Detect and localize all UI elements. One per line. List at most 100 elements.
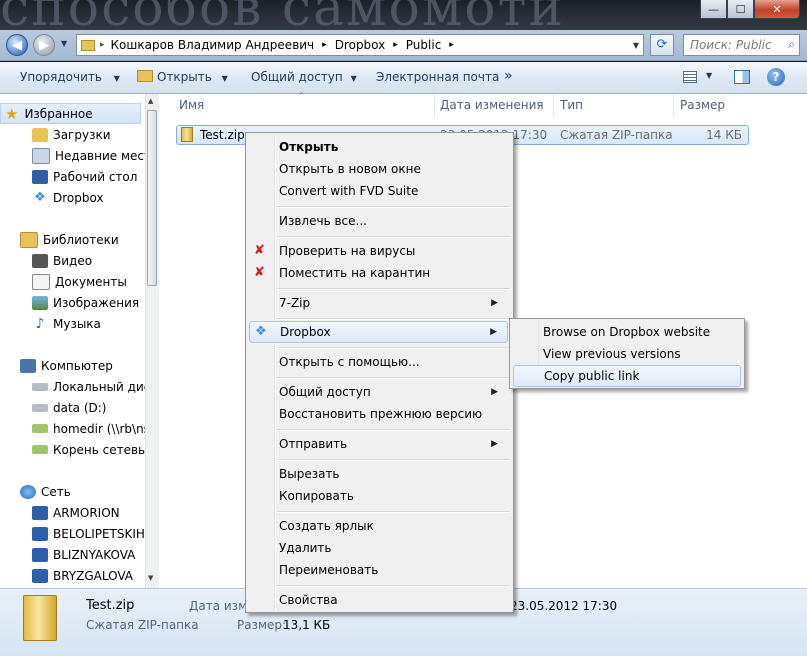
sidebar-item-network-root[interactable]: Корень сетевых	[0, 439, 158, 460]
menu-item-open-with[interactable]: Открыть с помощью...	[249, 351, 508, 373]
help-icon[interactable]: ?	[767, 68, 785, 86]
zip-folder-icon	[181, 127, 193, 142]
menu-item-extract-all[interactable]: Извлечь все...	[249, 210, 508, 232]
column-header-type[interactable]: Тип	[560, 98, 583, 112]
forward-button[interactable]: ▶	[33, 34, 55, 56]
sidebar-scrollbar[interactable]: ▲ ▼	[145, 94, 159, 588]
menu-item-open-new-window[interactable]: Открыть в новом окне	[249, 158, 508, 180]
menu-item-send-to[interactable]: Отправить ▶	[249, 433, 508, 455]
scrollbar-thumb[interactable]	[147, 110, 157, 286]
minimize-button[interactable]: —	[700, 0, 727, 19]
column-header-name[interactable]: Имя	[179, 98, 204, 112]
close-button[interactable]: ✕	[754, 0, 800, 19]
kaspersky-icon: ✘	[254, 265, 265, 280]
submenu-item-copy-public-link[interactable]: Copy public link	[513, 365, 741, 387]
sidebar-network[interactable]: Сеть	[0, 481, 158, 502]
video-icon	[32, 253, 48, 268]
view-options-icon[interactable]	[683, 71, 697, 83]
sidebar-item-documents[interactable]: Документы	[0, 271, 158, 292]
column-header-size[interactable]: Размер	[680, 98, 725, 112]
sidebar-item-data-drive[interactable]: data (D:)	[0, 397, 158, 418]
menu-item-label: View previous versions	[543, 347, 681, 361]
share-label: Общий доступ	[251, 70, 343, 84]
command-toolbar: Упорядочить ▼ Открыть ▼ Общий доступ ▼ Э…	[0, 62, 807, 94]
sidebar-item-label: BRYZGALOVA	[53, 568, 134, 583]
sidebar-item-label: ARMORION	[53, 505, 120, 520]
menu-item-restore-version[interactable]: Восстановить прежнюю версию	[249, 403, 508, 425]
open-button[interactable]: Открыть ▼	[137, 70, 228, 84]
menu-item-properties[interactable]: Свойства	[249, 589, 508, 611]
sidebar-item-video[interactable]: Видео	[0, 250, 158, 271]
menu-item-scan-virus[interactable]: ✘ Проверить на вирусы	[249, 240, 508, 262]
organize-label: Упорядочить	[20, 70, 102, 84]
sidebar-item-recent-places[interactable]: Недавние места	[0, 145, 158, 166]
preview-pane-icon[interactable]	[734, 70, 750, 84]
menu-item-copy[interactable]: Копировать	[249, 485, 508, 507]
email-button[interactable]: Электронная почта	[376, 70, 499, 84]
refresh-button[interactable]: ⟳	[650, 34, 674, 56]
sidebar-item-local-disk[interactable]: Локальный диск	[0, 376, 158, 397]
computer-icon	[20, 358, 36, 373]
submenu-item-view-versions[interactable]: View previous versions	[513, 343, 741, 365]
menu-item-label: Browse on Dropbox website	[543, 325, 711, 339]
chevron-right-icon[interactable]: ▸	[322, 40, 327, 50]
sidebar-favorites[interactable]: ★ Избранное	[0, 103, 141, 124]
navigation-bar: ◀ ▶ ▼ ▸ Кошкаров Владимир Андреевич ▸ Dr…	[0, 30, 807, 61]
back-button[interactable]: ◀	[6, 34, 28, 56]
breadcrumb-item[interactable]: Public	[406, 38, 442, 52]
organize-button[interactable]: Упорядочить ▼	[20, 70, 120, 84]
sidebar-computer[interactable]: Компьютер	[0, 355, 158, 376]
breadcrumb-item[interactable]: Кошкаров Владимир Андреевич	[111, 38, 315, 52]
chevron-right-icon[interactable]: ▸	[449, 40, 454, 50]
column-divider[interactable]	[434, 94, 435, 118]
computer-icon	[32, 568, 48, 583]
recent-pages-dropdown[interactable]: ▼	[61, 39, 67, 48]
menu-item-dropbox[interactable]: ❖ Dropbox ▶	[249, 321, 508, 343]
address-bar[interactable]: ▸ Кошкаров Владимир Андреевич ▸ Dropbox …	[76, 34, 644, 56]
menu-item-share[interactable]: Общий доступ ▶	[249, 381, 508, 403]
sidebar-item-music[interactable]: ♪ Музыка	[0, 313, 158, 334]
scroll-down-icon[interactable]: ▼	[148, 574, 153, 582]
menu-separator	[277, 236, 510, 238]
menu-item-delete[interactable]: Удалить	[249, 537, 508, 559]
column-header-date[interactable]: Дата изменения	[440, 98, 544, 112]
menu-item-quarantine[interactable]: ✘ Поместить на карантин	[249, 262, 508, 284]
menu-item-7zip[interactable]: 7-Zip ▶	[249, 292, 508, 314]
sidebar-item-homedir[interactable]: homedir (\\rb\ns	[0, 418, 158, 439]
dropbox-icon: ❖	[255, 324, 267, 339]
sidebar-item-desktop[interactable]: Рабочий стол	[0, 166, 158, 187]
breadcrumb-item[interactable]: Dropbox	[335, 38, 386, 52]
open-folder-icon	[137, 70, 153, 82]
menu-item-open[interactable]: Открыть	[249, 136, 508, 158]
column-divider[interactable]	[553, 94, 554, 118]
sidebar-item-network-pc[interactable]: BRYZGALOVA	[0, 565, 158, 586]
submenu-item-browse-dropbox[interactable]: Browse on Dropbox website	[513, 321, 741, 343]
context-menu: Открыть Открыть в новом окне Convert wit…	[245, 132, 514, 613]
sidebar-item-downloads[interactable]: Загрузки	[0, 124, 158, 145]
menu-item-create-shortcut[interactable]: Создать ярлык	[249, 515, 508, 537]
sidebar-libraries[interactable]: Библиотеки	[0, 229, 158, 250]
menu-separator	[277, 511, 510, 513]
sidebar-item-dropbox[interactable]: ❖ Dropbox	[0, 187, 158, 208]
menu-item-cut[interactable]: Вырезать	[249, 463, 508, 485]
maximize-button[interactable]: ☐	[727, 0, 754, 19]
more-commands-button[interactable]: »	[504, 68, 513, 84]
sidebar-item-label: BLIZNYAKOVA	[53, 547, 136, 562]
sidebar-item-network-pc[interactable]: BELOLIPETSKIH	[0, 523, 158, 544]
address-dropdown-icon[interactable]: ▼	[633, 41, 639, 50]
sidebar-item-network-pc[interactable]: BLIZNYAKOVA	[0, 544, 158, 565]
menu-item-rename[interactable]: Переименовать	[249, 559, 508, 581]
open-label: Открыть	[157, 70, 212, 84]
search-input[interactable]: Поиск: Public ⌕	[683, 34, 800, 56]
chevron-right-icon[interactable]: ▸	[393, 40, 398, 50]
sidebar-item-pictures[interactable]: Изображения	[0, 292, 158, 313]
sidebar-item-label: Музыка	[53, 316, 101, 331]
share-button[interactable]: Общий доступ ▼	[251, 70, 357, 84]
sidebar-item-network-pc[interactable]: ARMORION	[0, 502, 158, 523]
documents-icon	[32, 273, 50, 290]
column-divider[interactable]	[673, 94, 674, 118]
chevron-down-icon[interactable]: ▼	[706, 71, 712, 80]
menu-item-convert-fvd[interactable]: Convert with FVD Suite	[249, 180, 508, 202]
scroll-up-icon[interactable]: ▲	[148, 97, 153, 105]
sidebar-item-label: Видео	[53, 253, 93, 268]
